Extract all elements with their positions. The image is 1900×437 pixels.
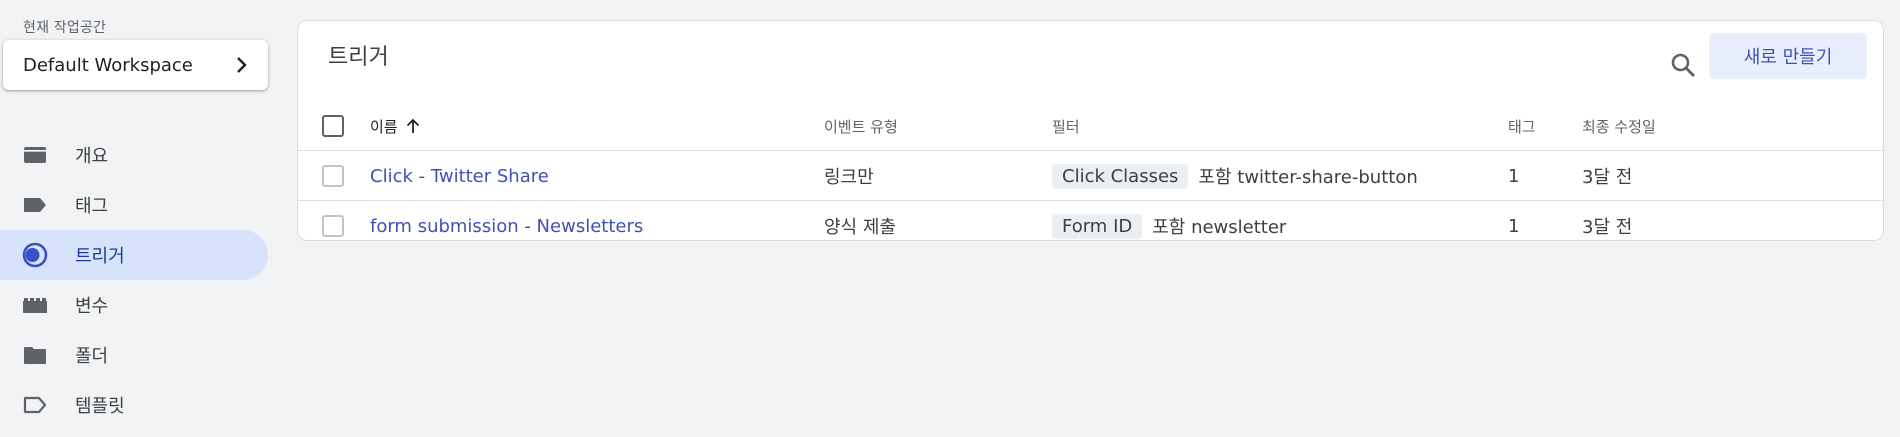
row-checkbox[interactable] [322, 165, 344, 187]
filter-condition-text: 포함 twitter-share-button [1198, 167, 1418, 188]
column-header-filter: 필터 [1052, 117, 1080, 136]
page-title: 트리거 [328, 45, 389, 70]
tags-count-cell: 1 [1508, 151, 1519, 201]
row-select-cell [322, 201, 344, 251]
tags-count: 1 [1508, 165, 1520, 187]
sidebar-item-overview[interactable]: 개요 [0, 130, 268, 180]
table-row: Click - Twitter Share 링크만 Click Classes … [298, 151, 1885, 201]
sidebar-item-label: 개요 [75, 146, 109, 167]
tag-icon [22, 192, 48, 218]
modified-text: 3달 전 [1582, 217, 1633, 238]
event-type-cell: 링크만 [824, 151, 874, 201]
new-trigger-button[interactable]: 새로 만들기 [1709, 33, 1867, 79]
sidebar-item-folders[interactable]: 폴더 [0, 330, 268, 380]
sidebar-nav: 개요 태그 트리거 변수 폴더 템플릿 [0, 130, 268, 430]
filter-condition-text: 포함 newsletter [1152, 217, 1287, 238]
variable-icon [22, 292, 48, 318]
workspace-selector[interactable]: Default Workspace [3, 40, 268, 90]
column-header-name[interactable]: 이름 [370, 101, 420, 151]
event-type-cell: 양식 제출 [824, 201, 896, 251]
trigger-name-link[interactable]: Click - Twitter Share [370, 166, 549, 187]
triggers-card: 트리거 새로 만들기 이름 이벤트 유형 필터 태그 최종 수정일 Click … [297, 20, 1885, 241]
sidebar: 현재 작업공간 Default Workspace 개요 태그 트리거 변수 폴… [0, 0, 280, 437]
column-header-tags: 태그 [1508, 117, 1536, 136]
select-all-cell [322, 101, 344, 151]
sidebar-item-label: 태그 [75, 196, 109, 217]
table-row: form submission - Newsletters 양식 제출 Form… [298, 201, 1885, 251]
column-header-name-label: 이름 [370, 117, 398, 136]
row-select-cell [322, 151, 344, 201]
event-type-text: 양식 제출 [824, 217, 896, 238]
template-icon [22, 392, 48, 418]
event-type-text: 링크만 [824, 167, 874, 188]
trigger-name-link[interactable]: form submission - Newsletters [370, 216, 643, 237]
column-header-event-type: 이벤트 유형 [824, 117, 898, 136]
search-button[interactable] [1658, 42, 1708, 92]
search-icon [1670, 52, 1696, 82]
tags-count-cell: 1 [1508, 201, 1519, 251]
modified-cell: 3달 전 [1582, 201, 1632, 251]
sidebar-item-label: 템플릿 [75, 396, 125, 417]
sidebar-item-label: 트리거 [75, 246, 125, 267]
row-checkbox[interactable] [322, 215, 344, 237]
trigger-icon [22, 242, 48, 268]
sidebar-item-triggers[interactable]: 트리거 [0, 230, 268, 280]
filter-cell: Click Classes 포함 twitter-share-button [1052, 151, 1418, 201]
trigger-name-cell: Click - Twitter Share [370, 151, 549, 201]
filter-variable-chip: Click Classes [1052, 163, 1189, 189]
filter-cell: Form ID 포함 newsletter [1052, 201, 1286, 251]
workspace-label: 현재 작업공간 [23, 20, 107, 36]
modified-cell: 3달 전 [1582, 151, 1632, 201]
sidebar-item-label: 변수 [75, 296, 109, 317]
sidebar-item-label: 폴더 [75, 346, 109, 367]
select-all-checkbox[interactable] [322, 115, 344, 137]
tags-count: 1 [1508, 215, 1520, 237]
arrow-up-icon [406, 118, 420, 134]
column-header-modified: 최종 수정일 [1582, 117, 1656, 136]
modified-text: 3달 전 [1582, 167, 1633, 188]
sidebar-item-templates[interactable]: 템플릿 [0, 380, 268, 430]
chevron-right-icon [236, 55, 250, 75]
folder-icon [22, 342, 48, 368]
overview-icon [22, 142, 48, 168]
trigger-name-cell: form submission - Newsletters [370, 201, 643, 251]
triggers-table: 이름 이벤트 유형 필터 태그 최종 수정일 Click - Twitter S… [298, 101, 1885, 251]
sidebar-item-tags[interactable]: 태그 [0, 180, 268, 230]
filter-variable-chip: Form ID [1052, 213, 1143, 239]
workspace-name: Default Workspace [23, 54, 193, 76]
sidebar-item-variables[interactable]: 변수 [0, 280, 268, 330]
app-root: 현재 작업공간 Default Workspace 개요 태그 트리거 변수 폴… [0, 0, 1900, 437]
table-header-row: 이름 이벤트 유형 필터 태그 최종 수정일 [298, 101, 1885, 151]
